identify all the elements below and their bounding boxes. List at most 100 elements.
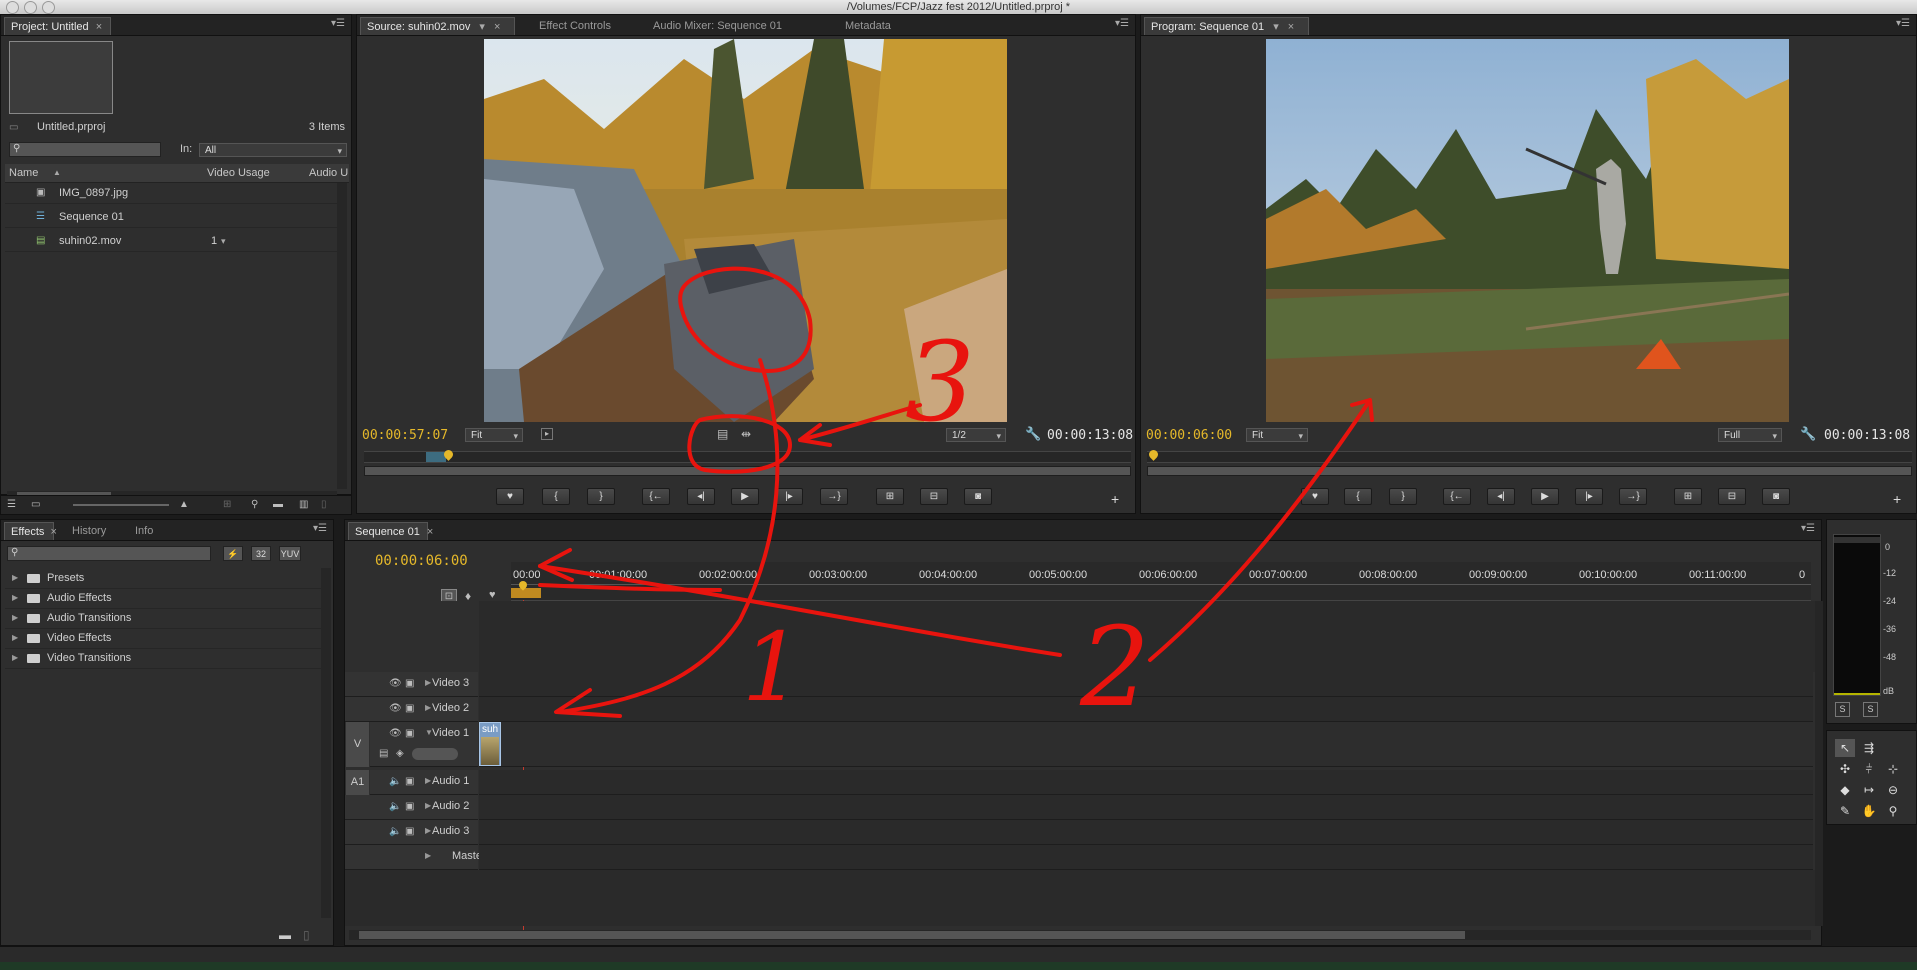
timeline-h-scrollbar[interactable] bbox=[349, 930, 1811, 940]
rate-stretch-tool-icon[interactable]: ⊹ bbox=[1883, 760, 1903, 778]
close-icon[interactable]: × bbox=[494, 21, 500, 33]
new-bin-icon[interactable]: ▬ bbox=[273, 499, 283, 510]
speaker-icon[interactable]: 🔈 bbox=[389, 776, 401, 787]
yuv-effects-toggle[interactable]: YUV bbox=[279, 546, 301, 561]
wrench-icon[interactable]: 🔧 bbox=[1025, 426, 1041, 442]
expand-icon[interactable]: ▶ bbox=[12, 608, 18, 628]
drag-video-icon[interactable]: ▸ bbox=[541, 428, 553, 440]
timeline-scroll-thumb[interactable] bbox=[359, 931, 1465, 939]
minimize-window-button[interactable] bbox=[24, 1, 37, 14]
eye-icon[interactable]: 👁 bbox=[389, 678, 402, 689]
close-icon[interactable]: × bbox=[427, 526, 433, 538]
play-button[interactable]: ▶ bbox=[731, 488, 759, 505]
tab-project[interactable]: Project: Untitled × bbox=[4, 17, 111, 35]
tree-item-audio-effects[interactable]: ▶ Audio Effects bbox=[5, 588, 321, 609]
eye-icon[interactable]: 👁 bbox=[389, 728, 402, 739]
program-zoom-scrollbar[interactable] bbox=[1147, 466, 1912, 476]
close-icon[interactable]: × bbox=[51, 526, 57, 538]
track-lane-video-1[interactable]: suh bbox=[479, 722, 1813, 767]
drag-video-only-icon[interactable]: ▤ bbox=[717, 427, 728, 441]
go-to-out-button[interactable]: →} bbox=[820, 488, 848, 505]
32bit-effects-toggle[interactable]: 32 bbox=[251, 546, 271, 561]
expand-icon[interactable]: ▶ bbox=[12, 588, 18, 608]
export-frame-button[interactable]: ◙ bbox=[1762, 488, 1790, 505]
selection-tool-icon[interactable]: ↖ bbox=[1835, 739, 1855, 757]
go-to-in-button[interactable]: {← bbox=[642, 488, 670, 505]
audio-target-a1[interactable]: A1 bbox=[346, 770, 369, 795]
close-window-button[interactable] bbox=[6, 1, 19, 14]
razor-tool-icon[interactable]: ◆ bbox=[1835, 781, 1855, 799]
step-forward-button[interactable]: |▸ bbox=[1575, 488, 1603, 505]
effects-v-scrollbar[interactable] bbox=[321, 568, 331, 918]
track-select-tool-icon[interactable]: ⇶ bbox=[1859, 739, 1879, 757]
zoom-slider[interactable] bbox=[73, 504, 169, 506]
wrench-icon[interactable]: 🔧 bbox=[1800, 426, 1816, 442]
tree-item-audio-transitions[interactable]: ▶ Audio Transitions bbox=[5, 608, 321, 629]
keyframe-icon[interactable]: ◈ bbox=[396, 748, 404, 759]
tab-sequence[interactable]: Sequence 01 × bbox=[348, 522, 433, 540]
list-view-icon[interactable]: ☰ bbox=[7, 499, 16, 510]
overwrite-button[interactable]: ⊟ bbox=[920, 488, 948, 505]
expand-icon[interactable]: ▶ bbox=[12, 568, 18, 588]
button-editor-icon[interactable]: + bbox=[1893, 491, 1901, 507]
track-header-master[interactable]: ▶ Master ⋈ bbox=[345, 845, 507, 870]
display-style-icon[interactable]: ▤ bbox=[379, 748, 388, 759]
icon-view-icon[interactable]: ▭ bbox=[31, 499, 40, 510]
step-back-button[interactable]: ◂| bbox=[687, 488, 715, 505]
track-header-video-1[interactable]: 👁 ▣ ▼ Video 1 ▤ ◈ bbox=[370, 722, 478, 767]
tree-item-video-transitions[interactable]: ▶ Video Transitions bbox=[5, 648, 321, 669]
new-custom-bin-icon[interactable]: ▬ bbox=[279, 928, 291, 942]
film-icon[interactable]: ▣ bbox=[405, 703, 414, 714]
add-marker-button[interactable]: ♥ bbox=[496, 488, 524, 505]
timeline-v-scrollbar[interactable] bbox=[1815, 601, 1823, 926]
track-header-audio-1[interactable]: 🔈 ▣ ▶ Audio 1 bbox=[370, 770, 478, 795]
program-current-timecode[interactable]: 00:00:06:00 bbox=[1146, 428, 1232, 443]
track-lane-audio-3[interactable] bbox=[479, 820, 1813, 845]
search-icon[interactable]: ⚲ bbox=[251, 499, 258, 510]
column-audio-usage[interactable]: Audio U bbox=[309, 164, 348, 182]
slip-tool-icon[interactable]: ↦ bbox=[1859, 781, 1879, 799]
project-v-scrollbar[interactable] bbox=[337, 183, 347, 489]
column-video-usage[interactable]: Video Usage bbox=[207, 164, 270, 182]
add-marker-button[interactable]: ♥ bbox=[1301, 488, 1329, 505]
lock-icon[interactable]: ▣ bbox=[405, 801, 414, 812]
chevron-down-icon[interactable]: ▾ bbox=[479, 21, 485, 33]
insert-button[interactable]: ⊞ bbox=[876, 488, 904, 505]
lock-icon[interactable]: ▣ bbox=[405, 826, 414, 837]
panel-menu-icon[interactable]: ▾☰ bbox=[1115, 18, 1129, 29]
keyframe-nav[interactable] bbox=[412, 748, 458, 760]
project-search-input[interactable]: ⚲ bbox=[9, 142, 161, 157]
effects-search-input[interactable]: ⚲ bbox=[7, 546, 211, 561]
source-video-frame[interactable] bbox=[484, 39, 1007, 422]
accelerated-effects-icon[interactable]: ⚡ bbox=[223, 546, 243, 561]
program-time-ruler[interactable] bbox=[1147, 448, 1912, 463]
new-item-icon[interactable]: ▥ bbox=[299, 499, 308, 510]
close-icon[interactable]: × bbox=[96, 21, 102, 33]
panel-menu-icon[interactable]: ▾☰ bbox=[313, 523, 327, 534]
expand-icon[interactable]: ▶ bbox=[425, 801, 431, 810]
tree-item-presets[interactable]: ▶ Presets bbox=[5, 568, 321, 589]
video-target-v[interactable]: V bbox=[346, 722, 369, 767]
eye-icon[interactable]: 👁 bbox=[389, 703, 402, 714]
track-header-audio-3[interactable]: 🔈 ▣ ▶ Audio 3 bbox=[345, 820, 478, 845]
expand-icon[interactable]: ▶ bbox=[425, 851, 431, 860]
source-current-timecode[interactable]: 00:00:57:07 bbox=[362, 428, 448, 443]
zoom-tool-icon[interactable]: ⚲ bbox=[1883, 802, 1903, 820]
export-frame-button[interactable]: ◙ bbox=[964, 488, 992, 505]
film-icon[interactable]: ▣ bbox=[405, 678, 414, 689]
solo-left-button[interactable]: S bbox=[1835, 702, 1850, 717]
list-item[interactable]: ▤ suhin02.mov 1 ▾ bbox=[5, 231, 337, 252]
tab-metadata[interactable]: Metadata bbox=[839, 17, 897, 35]
rolling-edit-tool-icon[interactable]: ⫩ bbox=[1859, 760, 1879, 778]
track-header-audio-2[interactable]: 🔈 ▣ ▶ Audio 2 bbox=[345, 795, 478, 820]
step-forward-button[interactable]: |▸ bbox=[775, 488, 803, 505]
step-back-button[interactable]: ◂| bbox=[1487, 488, 1515, 505]
track-lane-video-2[interactable] bbox=[479, 697, 1813, 722]
tab-history[interactable]: History bbox=[66, 522, 112, 540]
track-header-video-2[interactable]: 👁 ▣ ▶ Video 2 bbox=[345, 697, 478, 722]
source-resolution-dropdown[interactable]: 1/2 bbox=[946, 428, 1006, 443]
tab-program[interactable]: Program: Sequence 01 ▾ × bbox=[1144, 17, 1309, 35]
button-editor-icon[interactable]: + bbox=[1111, 491, 1119, 507]
mark-in-button[interactable]: { bbox=[542, 488, 570, 505]
program-resolution-dropdown[interactable]: Full bbox=[1718, 428, 1782, 443]
